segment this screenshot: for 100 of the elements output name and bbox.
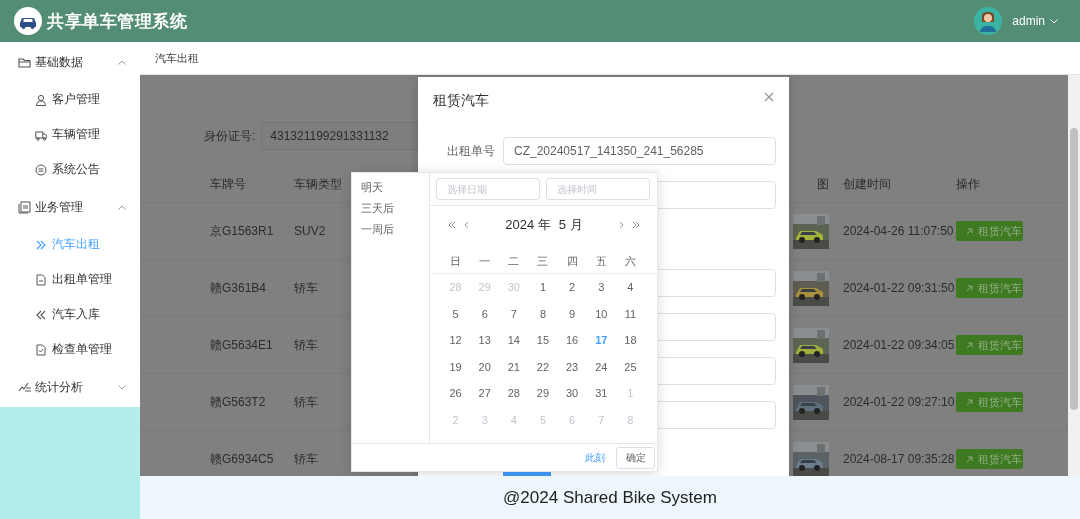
month-label[interactable]: 5 月 xyxy=(558,216,583,234)
scrollbar[interactable] xyxy=(1068,75,1080,476)
double-chevron-right-icon[interactable] xyxy=(632,221,640,229)
table-cell-text: 2024-01-22 09:31:50 xyxy=(842,281,955,295)
column-header: 图 xyxy=(817,175,829,193)
table-cell: 轿车 xyxy=(294,336,318,354)
calendar-day[interactable]: 31 xyxy=(595,380,608,407)
calendar-day[interactable]: 26 xyxy=(449,380,462,407)
weekday-label: 日 xyxy=(450,254,462,269)
calendar-day[interactable]: 30 xyxy=(566,380,579,407)
truck-icon xyxy=(35,128,47,141)
chevrons-left-icon xyxy=(35,308,47,321)
arrow-up-right-icon xyxy=(966,227,973,235)
calendar-day[interactable]: 3 xyxy=(598,274,605,301)
menu-group[interactable]: 统计分析 xyxy=(0,367,140,407)
folder-icon xyxy=(18,55,31,69)
close-icon[interactable] xyxy=(764,92,774,102)
input-field[interactable]: CZ_20240517_141350_241_56285 xyxy=(503,137,776,165)
calendar-day[interactable]: 27 xyxy=(478,380,491,407)
arrow-up-right-icon xyxy=(966,398,973,406)
weekday-label: 六 xyxy=(624,254,636,269)
menu-group[interactable]: 业务管理 xyxy=(0,187,140,227)
table-cell: 轿车 xyxy=(294,279,318,297)
chevron-up-icon xyxy=(118,59,126,65)
table-cell: 赣G563T2 xyxy=(210,393,266,411)
calendar-day[interactable]: 2 xyxy=(569,274,576,301)
dialog-title: 租赁汽车 xyxy=(433,92,489,108)
chevron-right-icon[interactable] xyxy=(619,221,624,229)
weekday-label: 五 xyxy=(595,254,607,269)
table-cell: 赣G6934C5 xyxy=(210,450,274,468)
arrow-up-right-icon xyxy=(966,284,973,292)
chevrons-right-icon xyxy=(35,238,47,251)
table-cell: 赣G5634E1 xyxy=(210,336,273,354)
avatar-icon xyxy=(974,7,1003,35)
calendar-day[interactable]: 13 xyxy=(478,327,491,354)
calendar-day[interactable]: 9 xyxy=(569,300,576,328)
menu-item[interactable]: 汽车入库 xyxy=(0,297,140,332)
calendar-day[interactable]: 1 xyxy=(539,274,547,301)
calendar-day[interactable]: 8 xyxy=(539,300,547,328)
shortcut-item[interactable]: 一周后 xyxy=(352,219,394,240)
calendar-day[interactable]: 12 xyxy=(449,327,462,354)
menu-item[interactable]: 车辆管理 xyxy=(0,117,140,152)
column-header: 创建时间 xyxy=(842,175,891,193)
user-menu[interactable]: admin xyxy=(1012,14,1058,28)
chevron-down-icon xyxy=(118,384,126,390)
table-cell-text: 2024-08-17 09:35:28 xyxy=(842,452,955,466)
table-cell-text: 2024-01-22 09:34:05 xyxy=(842,338,955,352)
calendar-day[interactable]: 18 xyxy=(624,327,637,354)
calendar-day[interactable]: 29 xyxy=(536,380,550,407)
chevron-down-icon xyxy=(1050,18,1058,24)
menu-item[interactable]: 检查单管理 xyxy=(0,332,140,367)
menu-item[interactable]: 出租单管理 xyxy=(0,262,140,297)
calendar-day[interactable]: 23 xyxy=(566,353,579,381)
calendar-day[interactable]: 10 xyxy=(595,300,608,328)
calendar-day[interactable]: 25 xyxy=(624,353,637,381)
calendar-day[interactable]: 20 xyxy=(478,353,491,381)
table-cell: SUV2 xyxy=(294,224,326,238)
shortcut-item[interactable]: 明天 xyxy=(352,177,383,198)
table-cell-text: 2024-01-22 09:27:10 xyxy=(842,395,955,409)
menu-item[interactable]: 客户管理 xyxy=(0,82,140,117)
confirm-button[interactable]: 确定 xyxy=(616,446,655,469)
calendar-day[interactable]: 16 xyxy=(566,327,579,354)
column-header: 车辆类型 xyxy=(294,175,342,193)
calendar-day[interactable]: 14 xyxy=(507,327,520,354)
calendar-day[interactable]: 24 xyxy=(595,353,608,381)
calendar-day[interactable]: 11 xyxy=(624,300,637,328)
double-chevron-left-icon[interactable] xyxy=(448,221,456,229)
menu-group[interactable]: 基础数据 xyxy=(0,42,140,82)
calendar-day[interactable]: 22 xyxy=(536,353,550,381)
file-check-icon xyxy=(35,343,47,356)
calendar-day[interactable]: 5 xyxy=(452,300,459,328)
weekday-label: 二 xyxy=(508,254,520,269)
arrow-up-right-icon xyxy=(966,341,973,349)
calendar-day[interactable]: 19 xyxy=(449,353,462,381)
shortcut-item[interactable]: 三天后 xyxy=(352,198,394,219)
table-cell: 轿车 xyxy=(294,450,318,468)
table-cell: 赣G361B4 xyxy=(210,279,267,297)
user-icon xyxy=(35,93,47,106)
footer-text: @2024 Shared Bike System xyxy=(503,487,717,508)
message-icon xyxy=(35,163,47,176)
breadcrumb-item[interactable]: 汽车出租 xyxy=(155,50,199,66)
year-label[interactable]: 2024 年 xyxy=(505,216,551,234)
weekday-label: 一 xyxy=(479,254,491,269)
chevron-left-icon[interactable] xyxy=(464,221,469,229)
weekday-label: 四 xyxy=(566,254,578,269)
menu-item[interactable]: 系统公告 xyxy=(0,152,140,187)
calendar-day[interactable]: 6 xyxy=(481,300,488,328)
weekday-label: 三 xyxy=(537,254,549,269)
file-icon xyxy=(35,273,47,286)
chart-icon xyxy=(18,380,31,394)
calendar-day[interactable]: 7 xyxy=(510,300,517,328)
calendar-day[interactable]: 21 xyxy=(507,353,520,381)
column-header: 车牌号 xyxy=(210,175,246,193)
calendar-day[interactable]: 28 xyxy=(507,380,520,407)
calendar-day[interactable]: 4 xyxy=(627,274,634,301)
table-cell: 轿车 xyxy=(294,393,318,411)
app-title: 共享单车管理系统 xyxy=(47,10,187,33)
field-label: 身份证号: xyxy=(204,127,256,145)
calendar-day[interactable]: 15 xyxy=(536,327,550,354)
column-header: 操作 xyxy=(956,175,980,193)
